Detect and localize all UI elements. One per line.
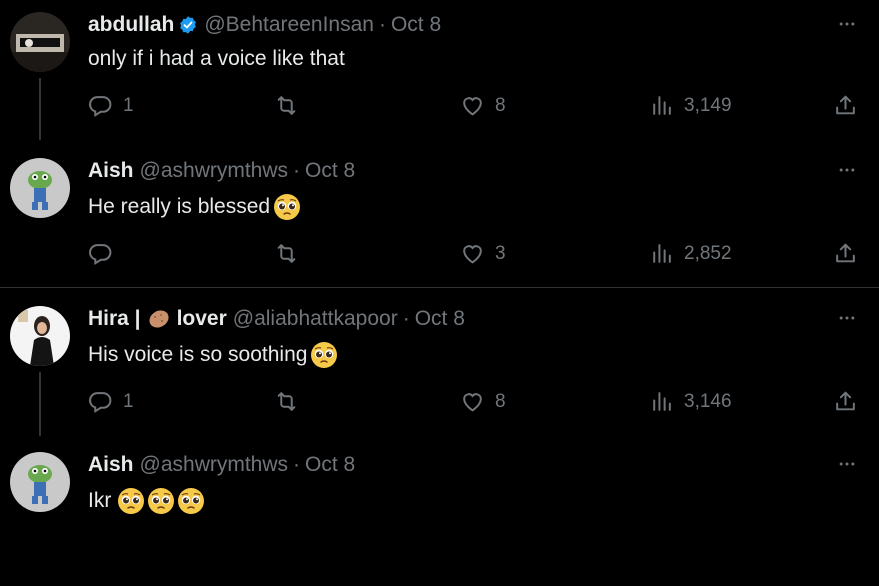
tweet-text: His voice is so soothing — [88, 341, 338, 369]
more-icon[interactable] — [836, 308, 858, 328]
action-bar: 1 8 3,146 — [88, 389, 868, 417]
handle[interactable]: @ashwrymthws — [140, 159, 289, 183]
tweet[interactable]: Hira | lover @aliabhattkapoor · Oct 8 Hi… — [0, 294, 879, 440]
tweet-text: only if i had a voice like that — [88, 47, 345, 71]
separator-dot: · — [402, 307, 410, 330]
reply-button[interactable]: 1 — [88, 93, 134, 118]
tweet-text-content: He really is blessed — [88, 195, 271, 218]
thread-connector — [39, 372, 41, 436]
like-icon — [460, 93, 485, 118]
more-icon[interactable] — [836, 454, 858, 474]
more-icon[interactable] — [836, 160, 858, 180]
retweet-icon — [274, 241, 299, 266]
tweet-header: Aish @ashwrymthws · Oct 8 — [88, 159, 355, 183]
action-bar: 1 8 3,149 — [88, 93, 868, 121]
tweet-header: Hira | lover @aliabhattkapoor · Oct 8 — [88, 307, 465, 331]
views-icon — [649, 241, 674, 266]
separator-dot: · — [293, 159, 301, 182]
timestamp[interactable]: Oct 8 — [391, 13, 441, 37]
tweet-header: abdullah @BehtareenInsan · Oct 8 — [88, 13, 441, 37]
thread-connector — [39, 78, 41, 140]
verified-badge-icon — [178, 15, 198, 35]
share-button[interactable] — [833, 389, 858, 414]
timestamp[interactable]: Oct 8 — [415, 307, 465, 331]
reply-button[interactable] — [88, 241, 113, 266]
handle[interactable]: @BehtareenInsan — [204, 13, 374, 37]
views-count: 3,146 — [684, 390, 732, 412]
tweet-text-content: only if i had a voice like that — [88, 47, 345, 70]
like-icon — [460, 241, 485, 266]
retweet-icon — [274, 93, 299, 118]
display-name[interactable]: Aish — [88, 453, 134, 477]
views-button[interactable]: 2,852 — [649, 241, 732, 266]
more-icon[interactable] — [836, 14, 858, 34]
action-bar: 3 2,852 — [88, 241, 868, 269]
potato-emoji — [147, 307, 171, 331]
avatar[interactable] — [10, 306, 70, 366]
pleading-face-emoji — [177, 487, 205, 515]
separator-dot: · — [378, 13, 386, 36]
like-count: 8 — [495, 94, 506, 116]
views-button[interactable]: 3,149 — [649, 93, 732, 118]
avatar[interactable] — [10, 158, 70, 218]
share-icon — [833, 241, 858, 266]
like-count: 8 — [495, 390, 506, 412]
handle[interactable]: @aliabhattkapoor — [233, 307, 398, 331]
views-icon — [649, 389, 674, 414]
retweet-icon — [274, 389, 299, 414]
timestamp[interactable]: Oct 8 — [305, 453, 355, 477]
display-name-prefix[interactable]: Hira | — [88, 307, 141, 331]
share-icon — [833, 93, 858, 118]
pleading-face-emoji — [117, 487, 145, 515]
like-count: 3 — [495, 242, 506, 264]
reply-icon — [88, 389, 113, 414]
display-name-suffix[interactable]: lover — [177, 307, 227, 331]
like-button[interactable]: 8 — [460, 389, 506, 414]
pleading-face-emoji — [273, 193, 301, 221]
reply-count: 1 — [123, 390, 134, 412]
share-button[interactable] — [833, 93, 858, 118]
tweet-text-content: His voice is so soothing — [88, 343, 308, 366]
views-count: 2,852 — [684, 242, 732, 264]
reply-button[interactable]: 1 — [88, 389, 134, 414]
tweet[interactable]: abdullah @BehtareenInsan · Oct 8 only if… — [0, 0, 879, 146]
handle[interactable]: @ashwrymthws — [140, 453, 289, 477]
pleading-face-emoji — [147, 487, 175, 515]
tweet-text: Ikr — [88, 487, 205, 515]
views-count: 3,149 — [684, 94, 732, 116]
like-icon — [460, 389, 485, 414]
share-button[interactable] — [833, 241, 858, 266]
divider — [0, 287, 879, 288]
retweet-button[interactable] — [274, 389, 299, 414]
tweet[interactable]: Aish @ashwrymthws · Oct 8 He really is b… — [0, 146, 879, 292]
views-button[interactable]: 3,146 — [649, 389, 732, 414]
share-icon — [833, 389, 858, 414]
avatar[interactable] — [10, 452, 70, 512]
avatar[interactable] — [10, 12, 70, 72]
like-button[interactable]: 3 — [460, 241, 506, 266]
views-icon — [649, 93, 674, 118]
pleading-face-emoji — [310, 341, 338, 369]
tweet-text-content: Ikr — [88, 489, 112, 512]
reply-count: 1 — [123, 94, 134, 116]
display-name[interactable]: abdullah — [88, 13, 174, 37]
separator-dot: · — [293, 453, 301, 476]
display-name[interactable]: Aish — [88, 159, 134, 183]
reply-icon — [88, 241, 113, 266]
timestamp[interactable]: Oct 8 — [305, 159, 355, 183]
reply-icon — [88, 93, 113, 118]
retweet-button[interactable] — [274, 93, 299, 118]
retweet-button[interactable] — [274, 241, 299, 266]
tweet-header: Aish @ashwrymthws · Oct 8 — [88, 453, 355, 477]
tweet-text: He really is blessed — [88, 193, 301, 221]
tweet[interactable]: Aish @ashwrymthws · Oct 8 Ikr — [0, 440, 879, 586]
like-button[interactable]: 8 — [460, 93, 506, 118]
